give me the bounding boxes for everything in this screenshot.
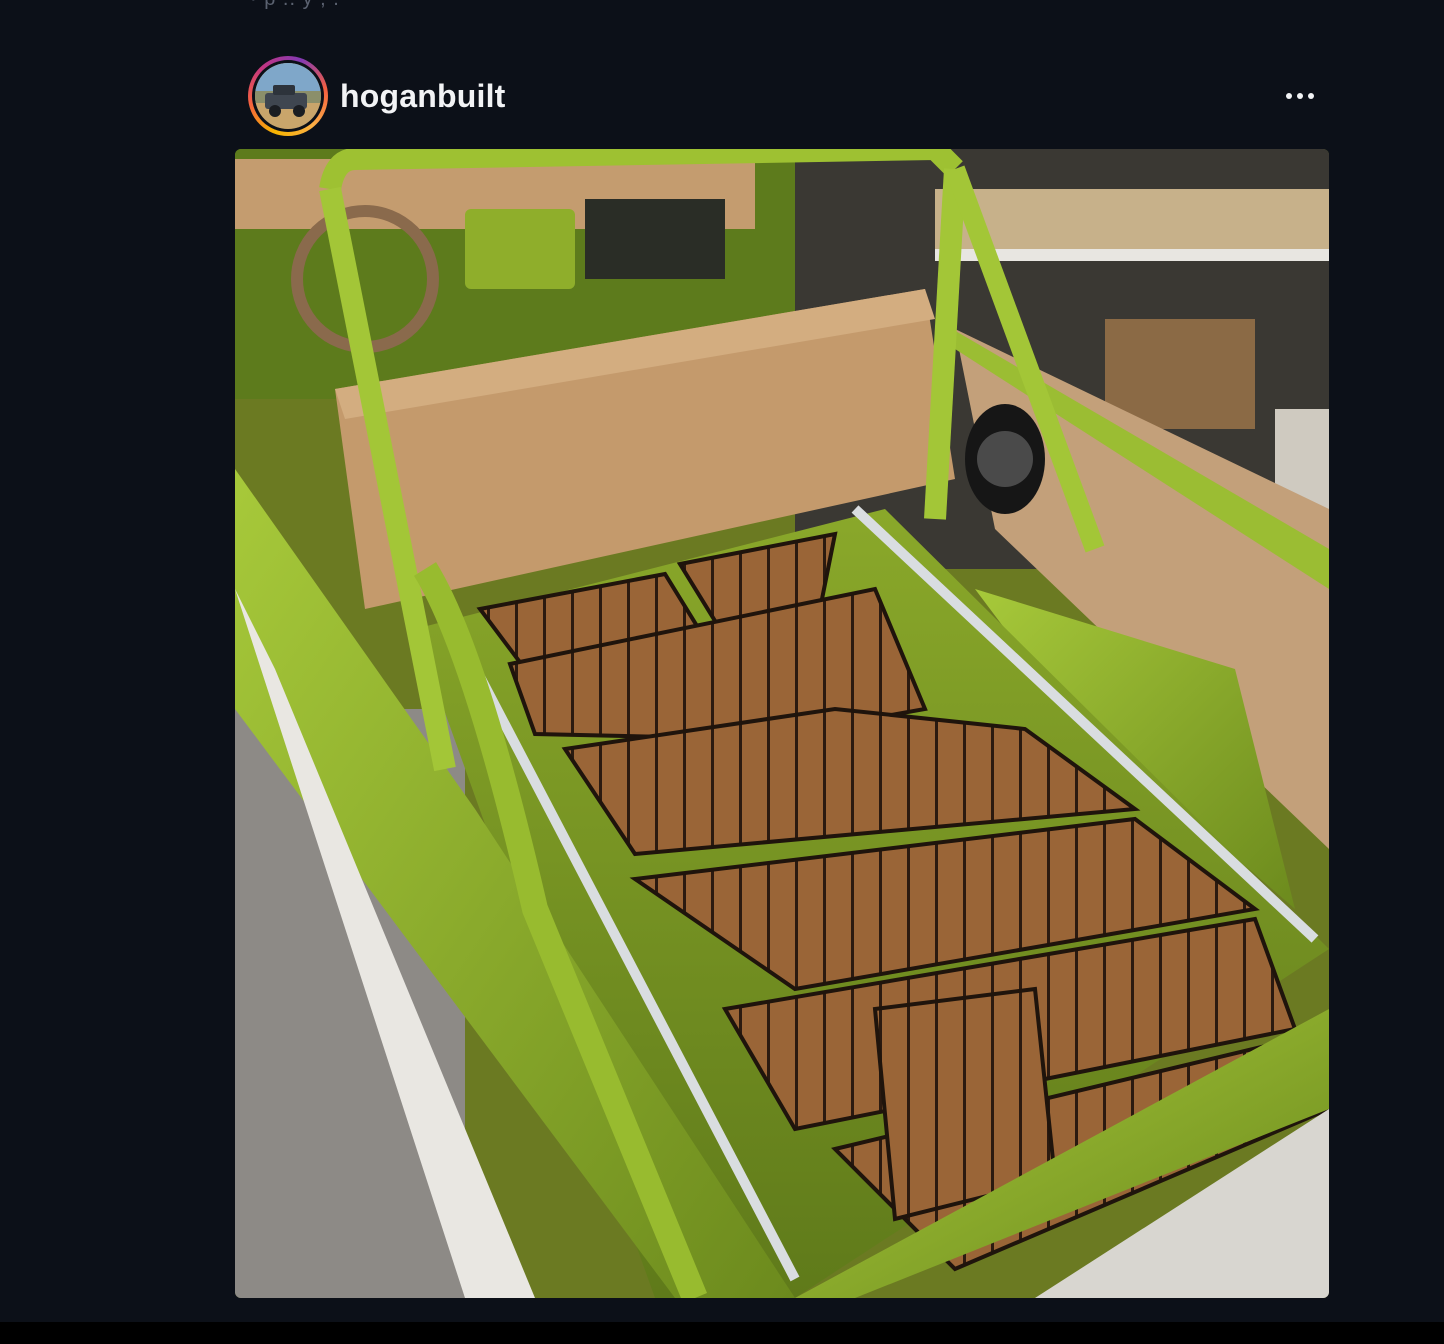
post-header: hoganbuilt xyxy=(248,56,1318,136)
avatar[interactable] xyxy=(255,63,321,129)
bottom-bar xyxy=(0,1322,1444,1344)
more-horizontal-icon xyxy=(1286,93,1292,99)
instagram-post-page: · p .. y , . hoganbuilt xyxy=(0,0,1444,1344)
more-options-button[interactable] xyxy=(1282,78,1318,114)
avatar-truck-image xyxy=(255,63,321,129)
cutoff-caption-text: · p .. y , . xyxy=(250,0,340,11)
username[interactable]: hoganbuilt xyxy=(340,78,506,115)
story-ring[interactable] xyxy=(248,56,328,136)
post-image[interactable] xyxy=(235,149,1329,1298)
truck-bed-photo xyxy=(235,149,1329,1298)
